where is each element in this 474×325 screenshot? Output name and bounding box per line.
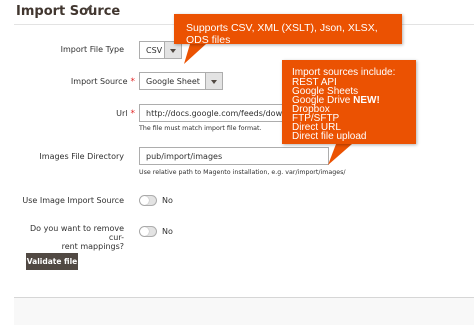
new-badge: NEW! (353, 95, 380, 106)
callout-pointer-formats (184, 44, 206, 64)
sources-callout: Import sources include: REST API Google … (282, 60, 416, 144)
callout-pointer-sources (328, 144, 352, 165)
formats-callout: Supports CSV, XML (XSLT), Json, XLSX, OD… (174, 14, 402, 46)
sources-item: Direct file upload (292, 131, 367, 142)
callout-pointers (184, 44, 352, 165)
formats-callout-text: Supports CSV, XML (XSLT), Json, XLSX, OD… (186, 22, 378, 46)
